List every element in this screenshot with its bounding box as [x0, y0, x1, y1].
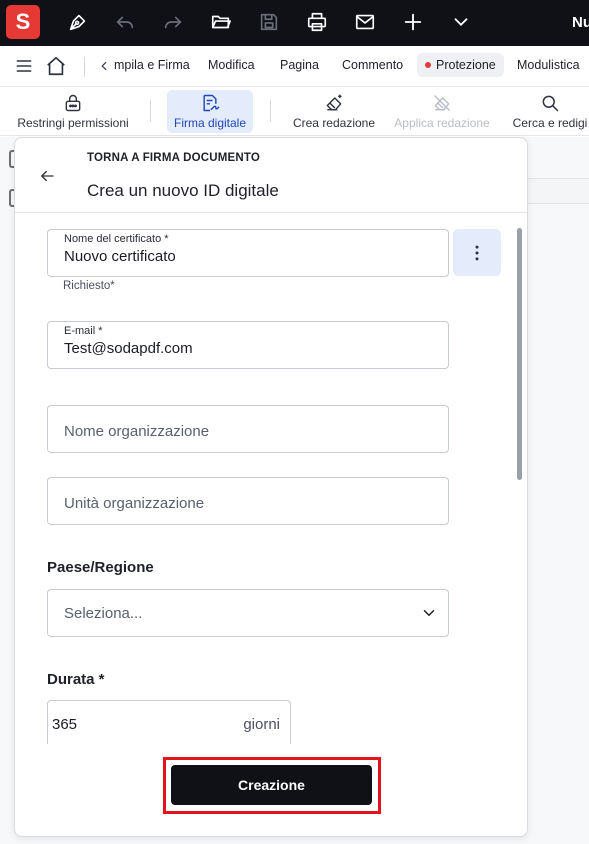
tab-modifica[interactable]: Modifica	[208, 58, 255, 72]
open-folder-icon[interactable]	[208, 9, 234, 35]
protection-toolbar: Restringi permissioni Firma digitale Cre…	[0, 87, 589, 136]
create-digital-id-panel: TORNA A FIRMA DOCUMENTO Crea un nuovo ID…	[14, 137, 528, 837]
create-redaction-label: Crea redazione	[292, 116, 376, 130]
eraser-sparkle-icon	[323, 92, 345, 114]
certificate-required-hint: Richiesto*	[63, 280, 115, 292]
certificate-name-value: Nuovo certificato	[64, 248, 176, 265]
document-title: Nu	[572, 14, 589, 31]
save-icon[interactable]	[256, 9, 282, 35]
app-logo[interactable]: S	[6, 5, 40, 39]
organization-name-placeholder: Nome organizzazione	[64, 423, 210, 440]
organization-unit-field[interactable]: Unità organizzazione	[47, 477, 449, 525]
workspace-ribbon	[527, 178, 589, 204]
plus-icon[interactable]	[400, 9, 426, 35]
home-icon[interactable]	[44, 54, 68, 78]
tab-protezione-label: Protezione	[436, 58, 496, 72]
undo-icon[interactable]	[112, 9, 138, 35]
create-button[interactable]: Creazione	[171, 765, 372, 805]
duration-field[interactable]: 365 giorni	[47, 700, 291, 744]
email-label: E-mail *	[64, 325, 103, 337]
search-redact-button[interactable]: Cerca e redigi	[505, 90, 589, 133]
chevron-left-icon[interactable]	[92, 54, 116, 78]
digital-signature-label: Firma digitale	[173, 116, 247, 130]
search-icon	[539, 92, 561, 114]
certificate-name-field[interactable]: Nome del certificato * Nuovo certificato	[47, 229, 449, 277]
duration-value: 365	[52, 716, 78, 733]
country-select[interactable]: Seleziona...	[47, 589, 449, 637]
tab-commento[interactable]: Commento	[342, 58, 403, 72]
redo-icon[interactable]	[160, 9, 186, 35]
eraser-icon	[431, 92, 453, 114]
toolbar-divider	[150, 100, 151, 122]
organization-unit-placeholder: Unità organizzazione	[64, 495, 205, 512]
apply-redaction-label: Applica redazione	[394, 116, 490, 130]
back-to-sign-link[interactable]: TORNA A FIRMA DOCUMENTO	[87, 152, 260, 164]
certificate-name-label: Nome del certificato *	[64, 233, 169, 245]
duration-label: Durata *	[47, 671, 105, 688]
menu-divider	[84, 57, 85, 77]
search-redact-label: Cerca e redigi	[512, 116, 588, 130]
restrict-permissions-button[interactable]: Restringi permissioni	[14, 90, 132, 133]
more-options-button[interactable]	[453, 229, 501, 276]
kebab-menu-icon	[475, 245, 479, 260]
organization-name-field[interactable]: Nome organizzazione	[47, 405, 449, 453]
pen-icon[interactable]	[65, 9, 91, 35]
signature-icon	[199, 92, 221, 114]
tab-compila-e-firma[interactable]: mpila e Firma	[114, 58, 190, 72]
back-arrow-icon[interactable]	[35, 164, 59, 188]
chevron-down-icon	[418, 602, 440, 624]
create-redaction-button[interactable]: Crea redazione	[288, 90, 380, 133]
toolbar-divider	[270, 100, 271, 122]
lock-icon	[62, 92, 84, 114]
tab-modulistica[interactable]: Modulistica	[517, 58, 580, 72]
panel-title: Crea un nuovo ID digitale	[87, 181, 279, 200]
tab-pagina[interactable]: Pagina	[280, 58, 319, 72]
country-select-value: Seleziona...	[64, 605, 143, 622]
country-label: Paese/Regione	[47, 559, 154, 576]
panel-header: TORNA A FIRMA DOCUMENTO Crea un nuovo ID…	[15, 138, 527, 213]
email-value: Test@sodapdf.com	[64, 340, 193, 357]
chevron-down-icon[interactable]	[448, 9, 474, 35]
digital-signature-button[interactable]: Firma digitale	[167, 90, 253, 133]
panel-scrollbar[interactable]	[517, 228, 522, 480]
print-icon[interactable]	[304, 9, 330, 35]
tab-protezione[interactable]: Protezione	[417, 53, 504, 77]
mail-icon[interactable]	[352, 9, 378, 35]
apply-redaction-button[interactable]: Applica redazione	[392, 90, 492, 133]
duration-unit: giorni	[243, 716, 280, 733]
active-dot-icon	[425, 61, 431, 68]
title-bar: S Nu	[0, 0, 589, 46]
email-field[interactable]: E-mail * Test@sodapdf.com	[47, 321, 449, 369]
menu-bar: mpila e Firma Modifica Pagina Commento P…	[0, 46, 589, 87]
hamburger-menu-icon[interactable]	[12, 54, 36, 78]
restrict-permissions-label: Restringi permissioni	[17, 116, 129, 130]
